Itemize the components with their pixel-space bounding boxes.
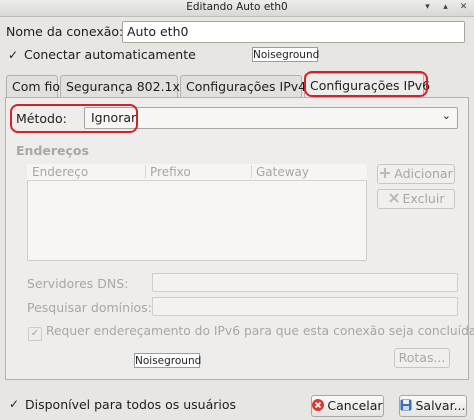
method-highlight [10,104,138,133]
delete-address-label: Excluir [402,191,445,206]
column-gateway: Gateway [256,165,310,179]
tab-highlight [304,71,428,97]
plus-icon [379,166,391,178]
delete-address-button[interactable]: Excluir [377,189,455,209]
require-ipv6-label: Requer endereçamento do IPv6 para que es… [46,324,474,338]
chevron-down-icon: ⌄ [441,109,451,122]
save-icon [400,397,412,411]
tab-ipv4-settings[interactable]: Configurações IPv4 [180,75,306,97]
tab-wired[interactable]: Com fio [6,75,60,97]
auto-connect-label: Conectar automaticamente [24,47,196,62]
available-all-users-checkbox[interactable]: ✓ [8,398,20,410]
watermark-bottom: Noiseground [134,353,202,368]
save-button[interactable]: Salvar... [399,395,467,417]
cancel-label: Cancelar [327,398,383,413]
connection-name-value: Auto eth0 [127,24,189,39]
save-label: Salvar... [415,398,466,413]
auto-connect-checkbox[interactable]: ✓ [7,49,19,61]
tab-security-8021x[interactable]: Segurança 802.1x [60,75,180,97]
delete-icon [388,191,400,203]
search-domains-label: Pesquisar domínios: [27,300,152,315]
available-all-users-label: Disponível para todos os usuários [25,397,237,412]
watermark-top: Noiseground [252,47,320,62]
connection-name-label: Nome da conexão: [6,24,124,39]
cancel-icon [312,397,325,411]
window-titlebar: Editando Auto eth0 ▾ ▴ ✕ [0,0,474,17]
column-separator [251,165,252,178]
window-title: Editando Auto eth0 [186,1,288,13]
routes-label: Rotas... [398,350,446,365]
column-separator [145,165,146,178]
search-domains-field[interactable] [152,297,458,316]
minimize-icon[interactable]: ▾ [421,1,434,14]
maximize-icon[interactable]: ▴ [439,1,452,14]
require-ipv6-checkbox[interactable]: ✓ [28,327,42,341]
routes-button[interactable]: Rotas... [394,348,450,368]
add-address-label: Adicionar [394,166,453,181]
addresses-section-label: Endereços [16,143,89,158]
connection-name-field[interactable]: Auto eth0 [122,21,465,43]
close-icon[interactable]: ✕ [457,1,470,14]
dns-servers-field[interactable] [152,273,458,292]
add-address-button[interactable]: Adicionar [377,164,455,184]
method-select[interactable]: Ignorar ⌄ [84,107,458,129]
dns-servers-label: Servidores DNS: [27,276,129,291]
column-prefix: Prefixo [150,165,191,179]
addresses-table-header: Endereço Prefixo Gateway [27,164,367,181]
column-address: Endereço [32,165,89,179]
cancel-button[interactable]: Cancelar [311,395,384,417]
